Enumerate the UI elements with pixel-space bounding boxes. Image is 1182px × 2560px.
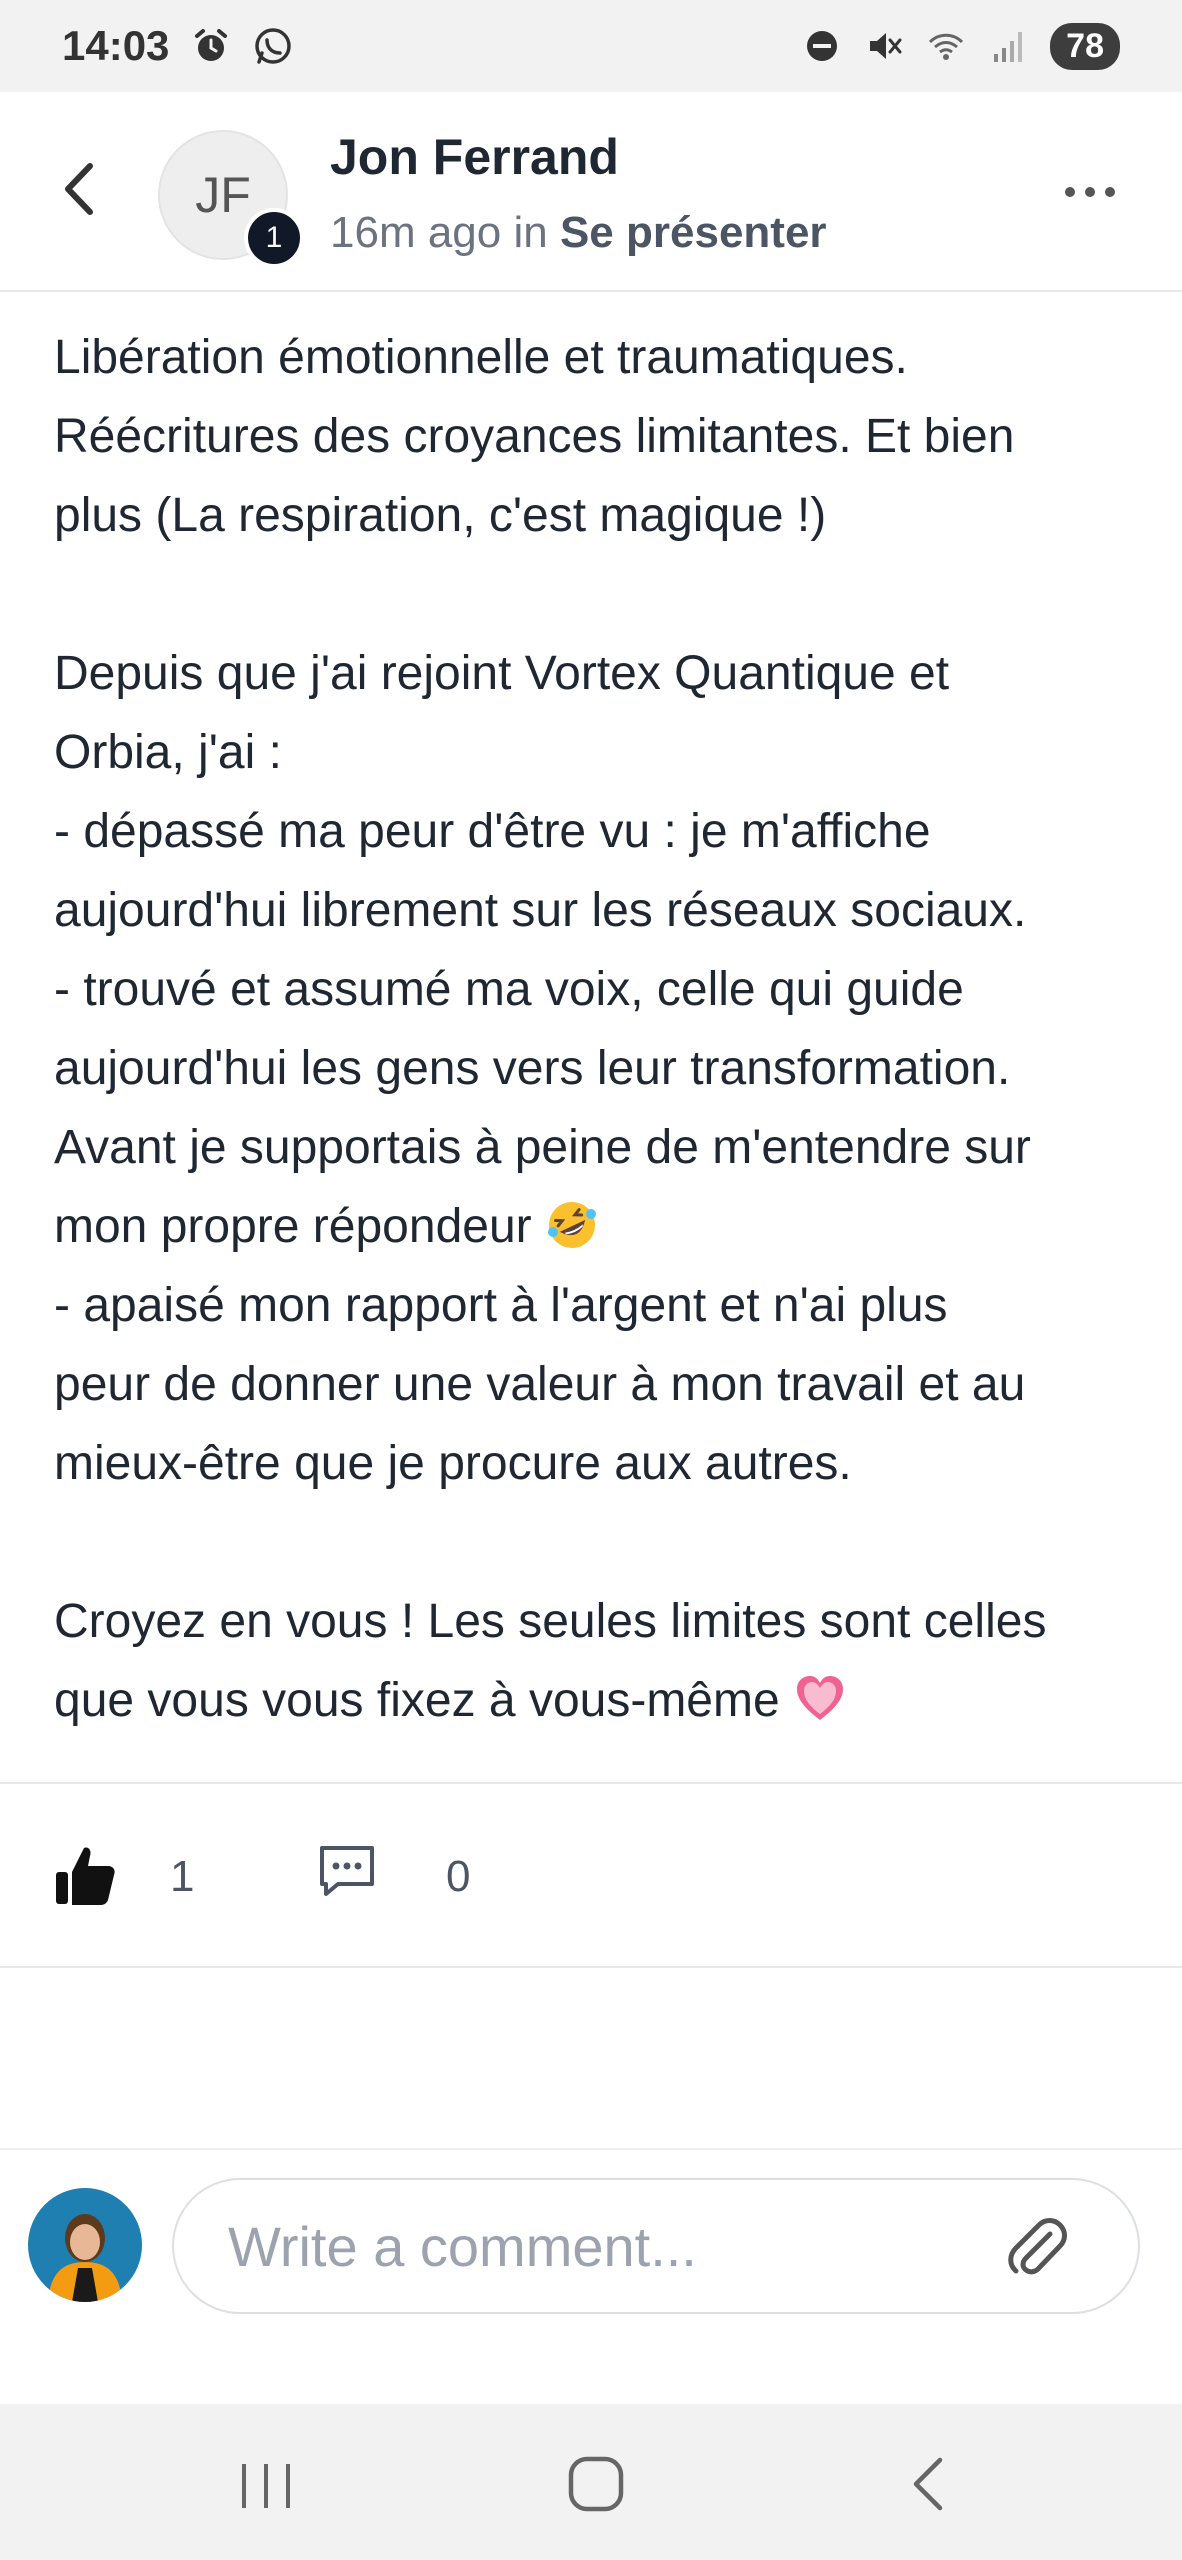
post-detail-screen: 14:03 78 JF 1 Jon Ferrand 16m ago in Se …	[0, 0, 1182, 2560]
current-user-avatar	[28, 2188, 142, 2302]
comment-input[interactable]	[172, 2178, 1140, 2314]
post-header: JF 1 Jon Ferrand 16m ago in Se présenter	[0, 92, 1182, 292]
more-options-icon[interactable]	[1060, 162, 1120, 222]
comment-composer	[0, 2148, 1182, 2404]
paragraph-spacer	[54, 555, 1144, 634]
whatsapp-icon	[255, 28, 292, 64]
post-paragraph-text: Croyez en vous ! Les seules limites sont…	[54, 1595, 1047, 1727]
author-name[interactable]: Jon Ferrand	[330, 128, 619, 186]
thumbs-up-icon[interactable]	[52, 1840, 118, 1910]
wifi-icon	[929, 33, 964, 60]
notification-badge: 1	[244, 208, 304, 268]
clock: 14:03	[62, 22, 170, 69]
post-paragraph: Croyez en vous ! Les seules limites sont…	[54, 1582, 1144, 1740]
like-count: 1	[170, 1852, 195, 1901]
signal-icon	[994, 32, 1023, 62]
home-icon[interactable]	[566, 2454, 626, 2514]
in-label: in	[513, 208, 548, 257]
rofl-emoji-icon	[547, 1202, 596, 1248]
back-arrow-icon[interactable]	[50, 154, 110, 224]
reactions-bar: 1 0	[0, 1782, 1182, 1968]
post-paragraph-text: Depuis que j'ai rejoint Vortex Quantique…	[54, 647, 1031, 1253]
status-bar: 14:03 78	[0, 0, 1182, 92]
system-navigation-bar	[0, 2404, 1182, 2560]
paragraph-spacer	[54, 1503, 1144, 1582]
recent-apps-icon[interactable]	[236, 2456, 296, 2516]
alarm-icon	[195, 29, 228, 61]
post-paragraph: Libération émotionnelle et traumatiques.…	[54, 331, 1015, 542]
pink-heart-icon	[797, 1676, 844, 1720]
comment-icon[interactable]	[316, 1840, 378, 1902]
battery-indicator: 78	[1050, 22, 1120, 70]
mute-icon	[870, 33, 902, 59]
time-ago: 16m ago	[330, 208, 502, 257]
space-link[interactable]: Se présenter	[560, 208, 827, 257]
author-initials: JF	[195, 167, 251, 223]
post-body: Libération émotionnelle et traumatiques.…	[54, 318, 1144, 1740]
post-meta: 16m ago in Se présenter	[330, 208, 827, 258]
dnd-icon	[807, 31, 838, 61]
back-icon[interactable]	[900, 2454, 960, 2514]
comment-count: 0	[446, 1852, 471, 1901]
post-paragraph: Depuis que j'ai rejoint Vortex Quantique…	[54, 634, 1144, 1266]
paperclip-icon[interactable]	[1004, 2214, 1070, 2280]
post-paragraph: - apaisé mon rapport à l'argent et n'ai …	[54, 1279, 1026, 1490]
